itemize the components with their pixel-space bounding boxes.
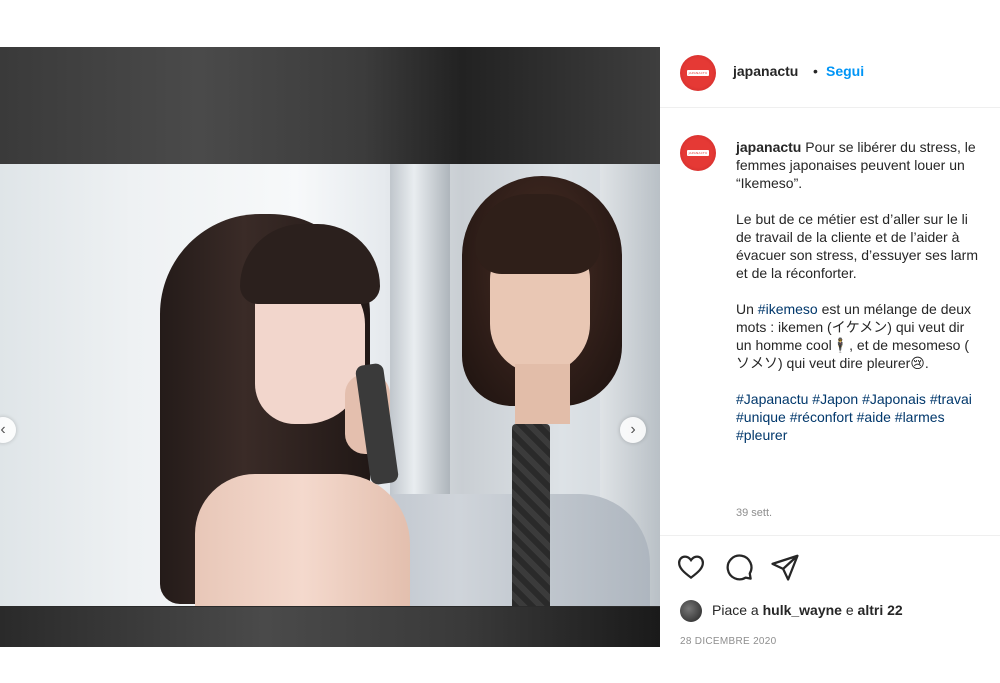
comment-bubble-icon[interactable]: [724, 552, 754, 582]
username-link[interactable]: japanactu: [733, 63, 798, 79]
caption-username-link[interactable]: japanactu: [736, 139, 801, 155]
post-caption: japanactu Pour se libérer du stress, le …: [736, 138, 1000, 462]
brand-logo: JAPANACTU: [687, 70, 709, 76]
caption-paragraph: Un #ikemeso est un mélange de deux mots …: [736, 300, 1000, 372]
media-bottom-band: [0, 607, 660, 647]
liker-avatar[interactable]: [680, 600, 702, 622]
post-media[interactable]: ‹ ›: [0, 47, 660, 647]
caption-text: Un: [736, 301, 758, 317]
caption-text: femmes japonaises peuvent louer un: [736, 157, 965, 173]
avatar[interactable]: JAPANACTU: [680, 55, 716, 91]
brand-logo-text: JAPANACTU: [688, 71, 708, 75]
likes-others-link[interactable]: altri 22: [858, 602, 903, 618]
brand-logo: JAPANACTU: [687, 150, 709, 156]
photo-tie: [512, 424, 550, 606]
photo-man-neck: [515, 364, 570, 424]
caption-text: de travail de la cliente et de l’aider à: [736, 229, 960, 245]
caption-text: un homme cool🕴, et de mesomeso (: [736, 337, 969, 353]
caption-text: “Ikemeso”.: [736, 175, 803, 191]
hashtag-link[interactable]: #ikemeso: [758, 301, 818, 317]
photo-man-bangs: [475, 194, 600, 274]
hashtag-link[interactable]: #pleurer: [736, 427, 787, 443]
hashtag-link[interactable]: #unique #réconfort #aide #larmes: [736, 409, 945, 425]
post-actions: Piace a hulk_wayne e altri 22 28 DICEMBR…: [660, 535, 1000, 647]
likes-prefix: Piace a: [712, 602, 763, 618]
post-header: JAPANACTU japanactu • Segui: [660, 47, 1000, 108]
caption-paragraph: japanactu Pour se libérer du stress, le …: [736, 138, 1000, 192]
post-photo: [0, 164, 660, 606]
caption-avatar[interactable]: JAPANACTU: [680, 135, 716, 171]
post-side-panel: JAPANACTU japanactu • Segui JAPANACTU ja…: [660, 47, 1000, 647]
media-top-band: [0, 47, 660, 164]
liker-username-link[interactable]: hulk_wayne: [763, 602, 842, 618]
caption-text: Le but de ce métier est d’aller sur le l…: [736, 211, 968, 227]
likes-middle: e: [841, 602, 858, 618]
photo-woman-top: [195, 474, 410, 606]
hashtag-link[interactable]: #Japanactu #Japon #Japonais #travai: [736, 391, 972, 407]
paper-plane-icon[interactable]: [770, 552, 800, 582]
hashtags: #Japanactu #Japon #Japonais #travai #uni…: [736, 390, 1000, 444]
caption-text: mots : ikemen (イケメン) qui veut dir: [736, 319, 965, 335]
chevron-right-icon[interactable]: ›: [620, 417, 646, 443]
caption-paragraph: Le but de ce métier est d’aller sur le l…: [736, 210, 1000, 282]
separator-dot: •: [813, 63, 818, 79]
brand-logo-text: JAPANACTU: [688, 151, 708, 155]
caption-text: ソメソ) qui veut dire pleurer😢.: [736, 355, 929, 371]
heart-outline-icon[interactable]: [676, 552, 706, 582]
caption-text: est un mélange de deux: [817, 301, 972, 317]
caption-text: Pour se libérer du stress, le: [805, 139, 976, 155]
caption-text: évacuer son stress, d’essuyer ses larm: [736, 247, 978, 263]
follow-button[interactable]: Segui: [826, 63, 864, 79]
caption-text: et de la réconforter.: [736, 265, 857, 281]
likes-summary: Piace a hulk_wayne e altri 22: [712, 602, 903, 618]
caption-time-ago[interactable]: 39 sett.: [736, 507, 772, 519]
post-date: 28 DICEMBRE 2020: [680, 636, 777, 647]
